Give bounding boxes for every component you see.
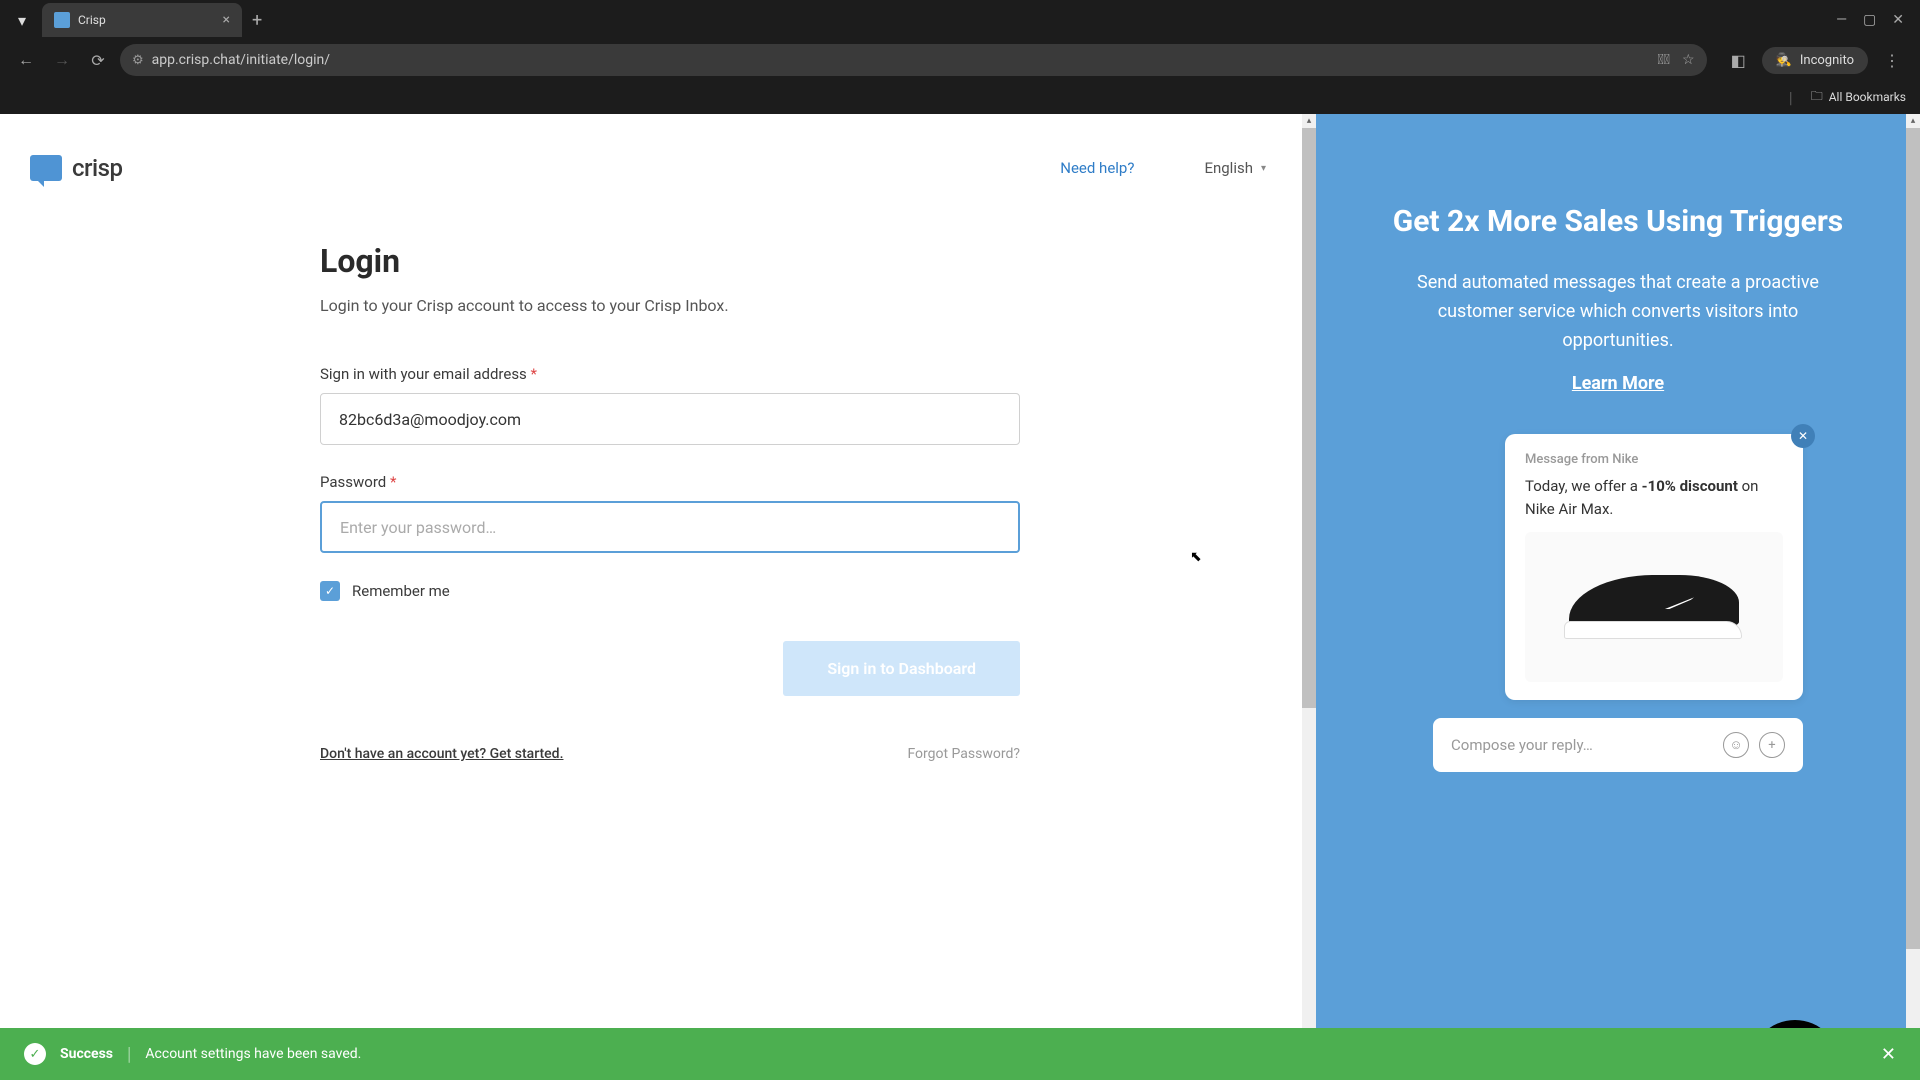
login-title: Login: [320, 242, 1020, 280]
left-scrollbar[interactable]: ▴: [1302, 114, 1316, 1080]
header-links: Need help? English ▾: [1060, 159, 1266, 177]
reply-placeholder: Compose your reply…: [1451, 736, 1713, 754]
logo-mark-icon: [30, 155, 62, 181]
toast-message: Account settings have been saved.: [145, 1046, 361, 1062]
chat-from-label: Message from Nike: [1525, 452, 1783, 467]
folder-icon: 🗀: [1811, 87, 1823, 108]
incognito-badge[interactable]: 🕵 Incognito: [1762, 47, 1868, 74]
password-input[interactable]: [320, 501, 1020, 553]
browser-menu-button[interactable]: ⋮: [1876, 51, 1908, 70]
form-footer-links: Don't have an account yet? Get started. …: [320, 746, 1020, 762]
all-bookmarks-button[interactable]: 🗀 All Bookmarks: [1811, 87, 1906, 108]
forward-button[interactable]: →: [48, 46, 76, 74]
promo-panel: Get 2x More Sales Using Triggers Send au…: [1316, 114, 1920, 1080]
close-window-icon[interactable]: ✕: [1892, 12, 1904, 28]
minimize-icon[interactable]: —: [1836, 12, 1847, 28]
remember-me-checkbox[interactable]: ✓: [320, 581, 340, 601]
chat-reply-box[interactable]: Compose your reply… ☺ +: [1433, 718, 1803, 772]
tab-search-dropdown[interactable]: ▾: [8, 6, 36, 34]
favicon-icon: [54, 12, 70, 28]
incognito-icon: 🕵: [1776, 53, 1792, 68]
email-input[interactable]: [320, 393, 1020, 445]
promo-body: Send automated messages that create a pr…: [1356, 269, 1880, 355]
page-content: crisp Need help? English ▾ Login Login t…: [0, 114, 1920, 1080]
chat-close-icon[interactable]: ✕: [1791, 424, 1815, 448]
chat-message-card: Message from Nike Today, we offer a -10%…: [1505, 434, 1803, 700]
reload-button[interactable]: ⟳: [84, 46, 112, 74]
learn-more-link[interactable]: Learn More: [1356, 373, 1880, 394]
browser-tab[interactable]: Crisp ×: [42, 3, 242, 37]
promo-title: Get 2x More Sales Using Triggers: [1356, 204, 1880, 239]
product-image: [1525, 532, 1783, 682]
tab-title: Crisp: [78, 13, 215, 27]
bookmarks-bar: | 🗀 All Bookmarks: [0, 80, 1920, 114]
window-controls: — ▢ ✕: [1836, 12, 1920, 28]
incognito-eye-icon[interactable]: 👁̸: [1658, 52, 1670, 68]
address-bar[interactable]: ⚙ app.crisp.chat/initiate/login/ 👁̸ ☆: [120, 44, 1707, 76]
close-tab-icon[interactable]: ×: [223, 12, 230, 28]
sign-in-button[interactable]: Sign in to Dashboard: [783, 641, 1020, 696]
back-button[interactable]: ←: [12, 46, 40, 74]
toast-close-icon[interactable]: ✕: [1881, 1044, 1896, 1065]
get-started-link[interactable]: Don't have an account yet? Get started.: [320, 746, 563, 762]
side-panel-icon[interactable]: ◧: [1723, 51, 1754, 70]
login-panel: crisp Need help? English ▾ Login Login t…: [0, 114, 1316, 1080]
language-selector[interactable]: English ▾: [1204, 159, 1266, 177]
email-label: Sign in with your email address *: [320, 365, 1020, 383]
success-toast: ✓ Success | Account settings have been s…: [0, 1028, 1920, 1080]
right-scrollbar[interactable]: ▴: [1906, 114, 1920, 1080]
scroll-thumb[interactable]: [1302, 128, 1316, 708]
crisp-logo[interactable]: crisp: [30, 154, 122, 182]
maximize-icon[interactable]: ▢: [1863, 12, 1876, 28]
remember-me-row: ✓ Remember me: [320, 581, 1020, 601]
chevron-down-icon: ▾: [1261, 163, 1266, 174]
tab-bar: ▾ Crisp × + — ▢ ✕: [0, 0, 1920, 40]
page-header: crisp Need help? English ▾: [30, 154, 1286, 182]
attach-plus-icon[interactable]: +: [1759, 732, 1785, 758]
shoe-illustration: [1564, 567, 1744, 647]
browser-chrome: ▾ Crisp × + — ▢ ✕ ← → ⟳ ⚙ app.crisp.chat…: [0, 0, 1920, 114]
password-label: Password *: [320, 473, 1020, 491]
site-settings-icon[interactable]: ⚙: [132, 53, 144, 68]
chat-message-text: Today, we offer a -10% discount on Nike …: [1525, 475, 1783, 520]
toast-title: Success: [60, 1046, 113, 1062]
url-bar: ← → ⟳ ⚙ app.crisp.chat/initiate/login/ 👁…: [0, 40, 1920, 80]
bookmark-star-icon[interactable]: ☆: [1682, 52, 1695, 68]
login-form: Login Login to your Crisp account to acc…: [320, 242, 1020, 762]
chat-widget-mock: ✕ Message from Nike Today, we offer a -1…: [1433, 434, 1803, 772]
login-subtitle: Login to your Crisp account to access to…: [320, 296, 1020, 315]
remember-me-label: Remember me: [352, 582, 450, 600]
logo-text: crisp: [72, 154, 122, 182]
scroll-thumb[interactable]: [1906, 128, 1920, 949]
need-help-link[interactable]: Need help?: [1060, 159, 1134, 177]
emoji-icon[interactable]: ☺: [1723, 732, 1749, 758]
new-tab-button[interactable]: +: [252, 10, 262, 31]
forgot-password-link[interactable]: Forgot Password?: [907, 746, 1020, 762]
url-text: app.crisp.chat/initiate/login/: [152, 52, 1650, 68]
success-check-icon: ✓: [24, 1043, 46, 1065]
